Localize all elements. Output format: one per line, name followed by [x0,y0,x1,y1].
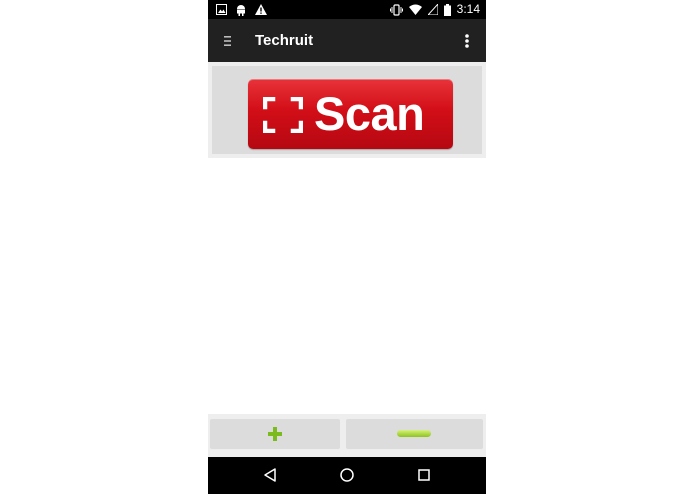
app-title: Techruit [255,32,314,49]
scan-button[interactable]: Scan [248,79,453,149]
scan-panel-inner: Scan [212,66,482,154]
android-debug-icon [237,4,245,16]
system-status-icons: 3:14 [389,2,480,17]
add-button[interactable] [210,419,340,449]
home-icon[interactable] [339,467,355,483]
phone-screen: 3:14 Techruit Scan [208,0,486,494]
notification-icons [216,3,267,16]
app-bar: Techruit [208,19,486,62]
plus-icon [268,427,282,441]
drawer-menu-icon[interactable] [220,32,236,50]
image-notification-icon [216,4,227,15]
warning-icon [255,4,267,15]
status-bar: 3:14 [208,0,486,19]
scan-frame-icon [263,97,303,133]
wifi-icon [408,4,422,15]
scan-panel: Scan [208,62,486,158]
cellular-signal-icon [427,4,438,15]
bottom-controls [208,414,486,457]
status-time: 3:14 [456,2,480,16]
vibrate-icon [389,3,403,16]
recents-icon[interactable] [416,467,432,483]
overflow-menu-icon[interactable] [460,31,474,51]
minus-icon [397,430,431,437]
scan-label: Scan [314,87,425,140]
battery-icon [443,3,451,16]
remove-button[interactable] [346,419,483,449]
navigation-bar [208,457,486,494]
back-icon[interactable] [262,467,278,483]
